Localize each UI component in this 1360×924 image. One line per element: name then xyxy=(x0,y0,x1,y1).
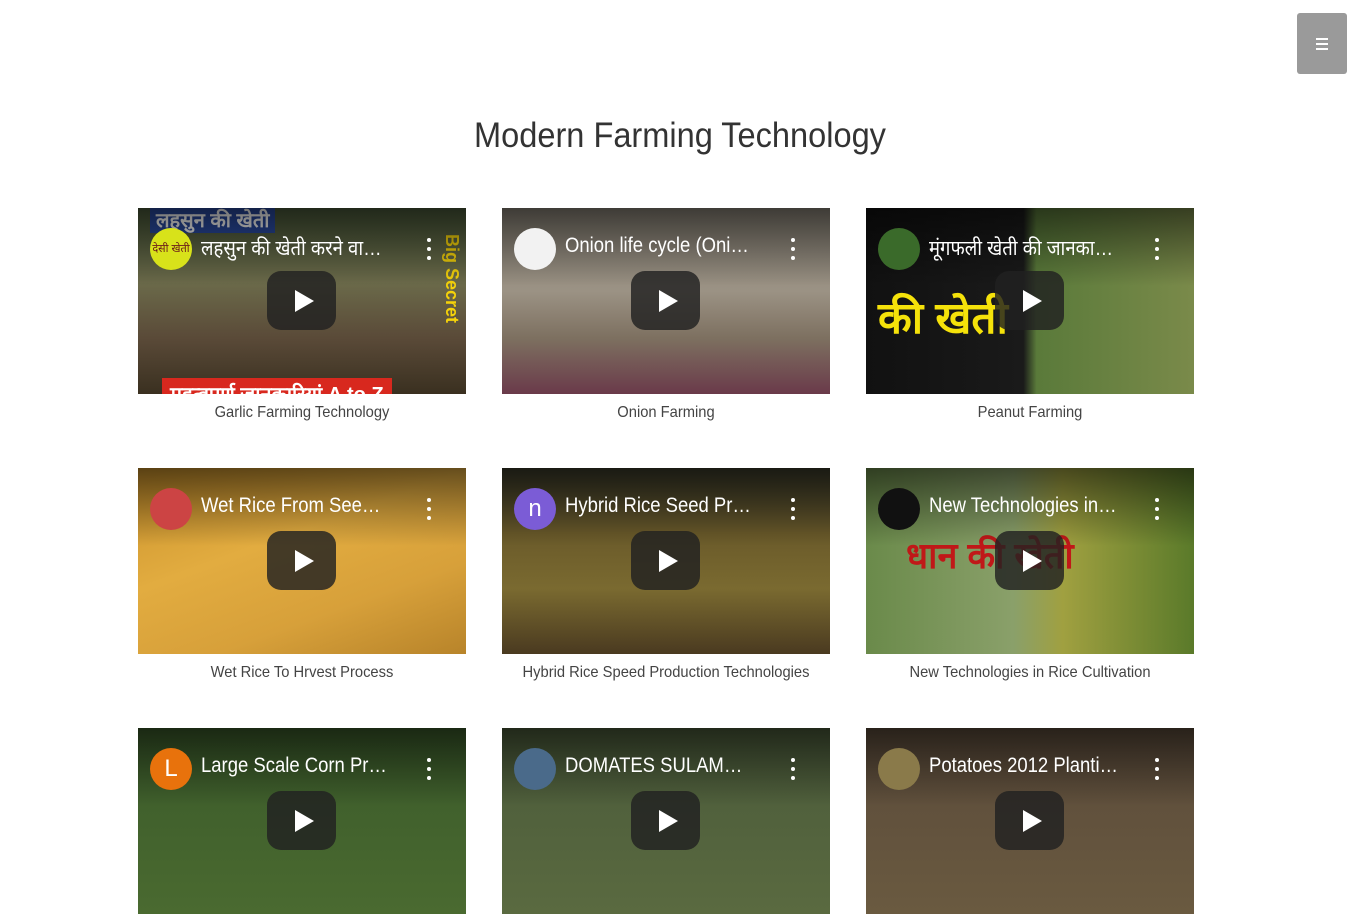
play-button[interactable] xyxy=(267,791,336,850)
more-options-icon[interactable] xyxy=(790,238,796,260)
video-embed[interactable]: DOMATES SULAMASIN... xyxy=(502,728,830,914)
video-title[interactable]: New Technologies in Ri... xyxy=(929,494,1118,518)
more-options-icon[interactable] xyxy=(426,758,432,780)
video-card: DOMATES SULAMASIN... xyxy=(502,728,830,924)
menu-toggle-button[interactable] xyxy=(1297,13,1347,74)
video-embed[interactable]: लहसुन की खेतीBig Secretमहत्वपूर्ण जानकार… xyxy=(138,208,466,394)
play-button[interactable] xyxy=(631,791,700,850)
channel-avatar[interactable] xyxy=(878,228,920,270)
video-caption: Garlic Farming Technology xyxy=(214,404,390,421)
video-card: Onion life cycle (Onion f... Onion Farmin… xyxy=(502,208,830,422)
video-embed[interactable]: n Hybrid Rice Seed Produ... xyxy=(502,468,830,654)
hamburger-icon xyxy=(1316,37,1328,50)
video-card: n Hybrid Rice Seed Produ... Hybrid Rice Sp… xyxy=(502,468,830,682)
video-card: धान की खेती New Technologies in Ri... New … xyxy=(866,468,1194,682)
video-title[interactable]: मूंगफली खेती की जानकारी ... xyxy=(929,234,1118,262)
play-icon xyxy=(658,289,678,312)
play-button[interactable] xyxy=(995,531,1064,590)
more-options-icon[interactable] xyxy=(1154,758,1160,780)
more-options-icon[interactable] xyxy=(1154,238,1160,260)
video-card: की खेती मूंगफली खेती की जानकारी ... Peanut… xyxy=(866,208,1194,422)
play-icon xyxy=(658,549,678,572)
channel-avatar[interactable] xyxy=(878,748,920,790)
video-title[interactable]: लहसुन की खेती करने वाले ... xyxy=(201,234,390,262)
play-button[interactable] xyxy=(267,271,336,330)
video-card: Potatoes 2012 Planting... xyxy=(866,728,1194,924)
play-icon xyxy=(1022,289,1042,312)
video-title[interactable]: Potatoes 2012 Planting... xyxy=(929,754,1118,778)
play-icon xyxy=(294,549,314,572)
video-card: लहसुन की खेतीBig Secretमहत्वपूर्ण जानकार… xyxy=(138,208,466,422)
more-options-icon[interactable] xyxy=(426,238,432,260)
channel-avatar[interactable] xyxy=(514,228,556,270)
more-options-icon[interactable] xyxy=(790,758,796,780)
play-icon xyxy=(658,809,678,832)
video-caption: Wet Rice To Hrvest Process xyxy=(210,664,394,681)
channel-avatar[interactable] xyxy=(514,748,556,790)
more-options-icon[interactable] xyxy=(426,498,432,520)
video-caption: Peanut Farming xyxy=(977,404,1083,421)
video-caption: New Technologies in Rice Cultivation xyxy=(909,664,1151,681)
play-button[interactable] xyxy=(267,531,336,590)
play-button[interactable] xyxy=(995,271,1064,330)
video-embed[interactable]: Wet Rice From Seed To ... xyxy=(138,468,466,654)
video-embed[interactable]: की खेती मूंगफली खेती की जानकारी ... xyxy=(866,208,1194,394)
more-options-icon[interactable] xyxy=(790,498,796,520)
video-embed[interactable]: धान की खेती New Technologies in Ri... xyxy=(866,468,1194,654)
channel-avatar[interactable]: L xyxy=(150,748,192,790)
video-card: L Large Scale Corn Produ... xyxy=(138,728,466,924)
video-embed[interactable]: L Large Scale Corn Produ... xyxy=(138,728,466,914)
video-title[interactable]: Onion life cycle (Onion f... xyxy=(565,234,754,258)
channel-avatar[interactable]: n xyxy=(514,488,556,530)
channel-avatar[interactable]: देसी खेती xyxy=(150,228,192,270)
page-title: Modern Farming Technology xyxy=(474,116,886,155)
video-title[interactable]: Wet Rice From Seed To ... xyxy=(201,494,390,518)
more-options-icon[interactable] xyxy=(1154,498,1160,520)
video-caption: Onion Farming xyxy=(617,404,715,421)
video-card: Wet Rice From Seed To ... Wet Rice To Hrv… xyxy=(138,468,466,682)
play-button[interactable] xyxy=(995,791,1064,850)
play-icon xyxy=(294,289,314,312)
play-button[interactable] xyxy=(631,531,700,590)
channel-avatar[interactable] xyxy=(150,488,192,530)
play-button[interactable] xyxy=(631,271,700,330)
video-caption: Hybrid Rice Speed Production Technologie… xyxy=(522,664,810,681)
play-icon xyxy=(294,809,314,832)
play-icon xyxy=(1022,809,1042,832)
thumbnail-bottom-text: महत्वपूर्ण जानकारियां A to Z xyxy=(162,378,392,394)
thumbnail-overlay-text: की खेती xyxy=(878,294,1008,343)
play-icon xyxy=(1022,549,1042,572)
video-title[interactable]: Large Scale Corn Produ... xyxy=(201,754,390,778)
video-embed[interactable]: Potatoes 2012 Planting... xyxy=(866,728,1194,914)
channel-avatar[interactable] xyxy=(878,488,920,530)
video-title[interactable]: Hybrid Rice Seed Produ... xyxy=(565,494,754,518)
video-embed[interactable]: Onion life cycle (Onion f... xyxy=(502,208,830,394)
video-title[interactable]: DOMATES SULAMASIN... xyxy=(565,754,754,778)
